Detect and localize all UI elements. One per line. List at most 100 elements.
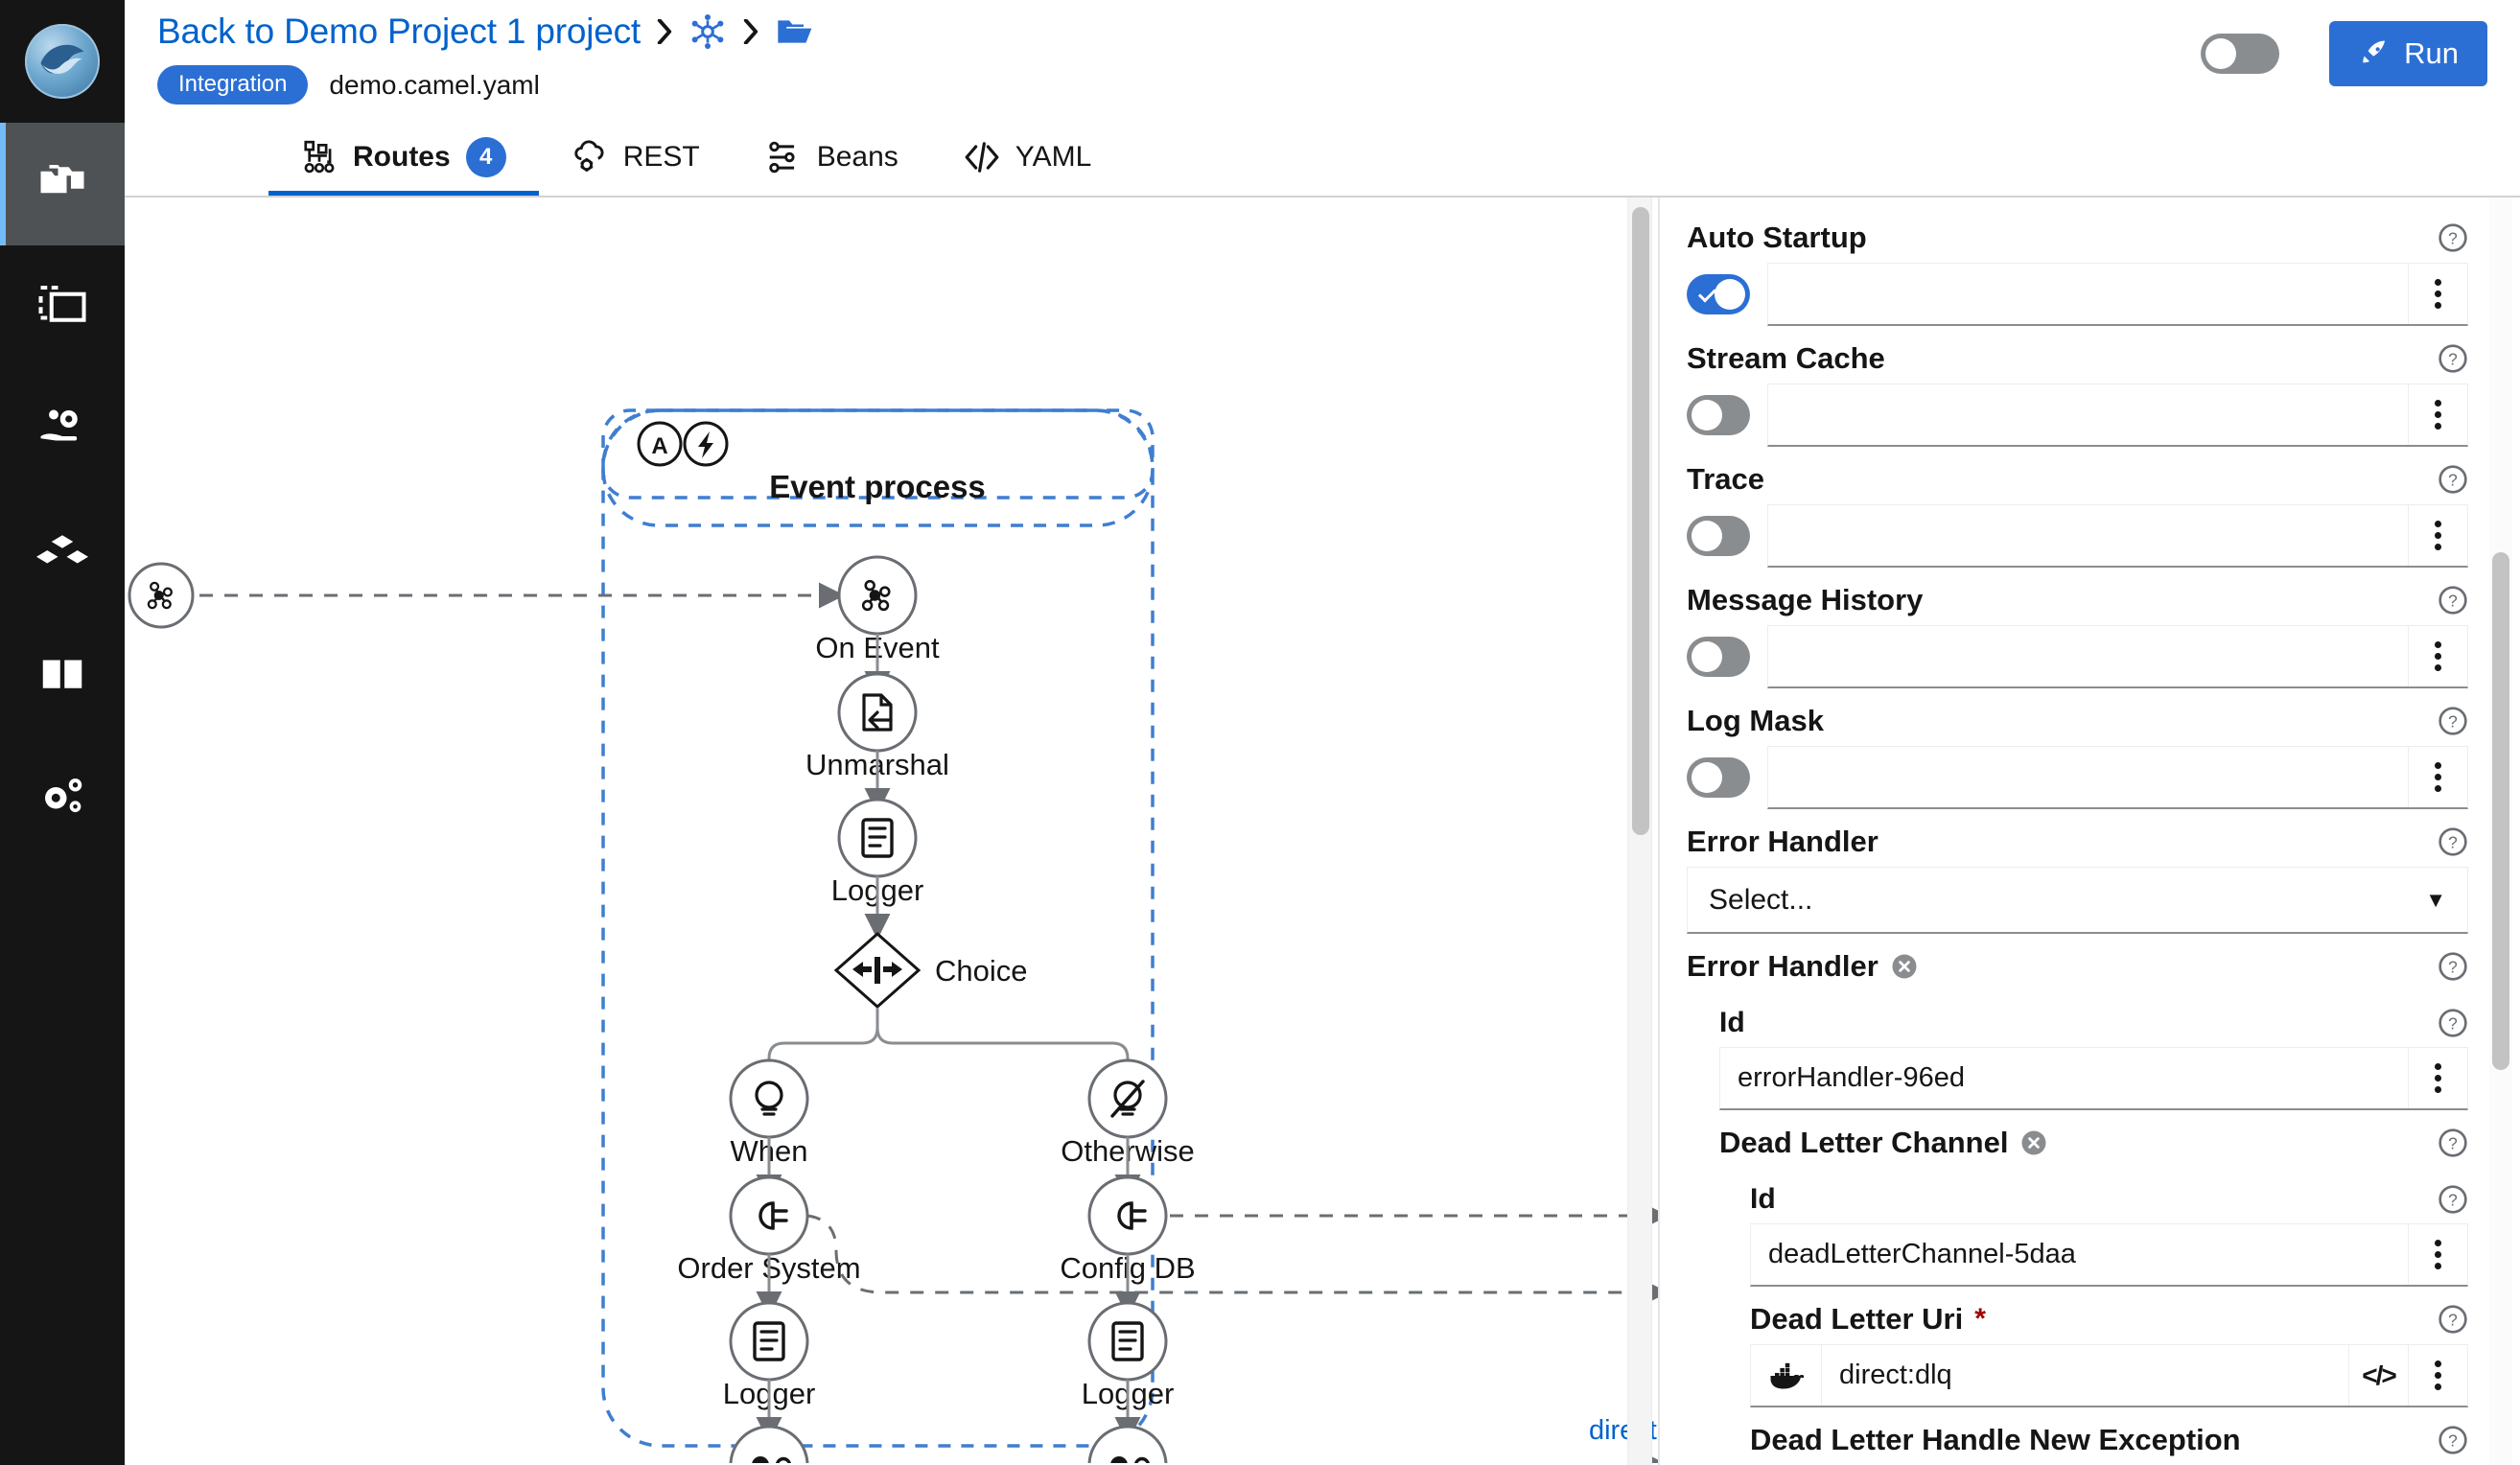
kebab-icon [2435,1063,2441,1093]
trace-toggle[interactable] [1687,516,1750,556]
help-icon[interactable]: ? [2438,464,2468,495]
field-error-handler-id-label: Id [1719,1007,1745,1039]
message-history-toggle[interactable] [1687,637,1750,677]
dead-letter-channel-id-kebab-button[interactable] [2408,1224,2467,1285]
dead-letter-channel-id-input[interactable]: deadLetterChannel-5daa [1750,1223,2468,1287]
dead-letter-uri-code-button[interactable]: </> [2348,1345,2408,1406]
group-dead-letter-channel-header: Dead Letter Channel ? [1719,1116,2468,1168]
field-trace: Trace ? [1687,453,2468,568]
sidebar-item-configuration[interactable] [0,736,125,859]
log-mask-kebab-button[interactable] [2408,747,2467,807]
tab-yaml[interactable]: YAML [931,123,1124,196]
svg-text:?: ? [2448,1311,2458,1330]
header-subline: Integration demo.camel.yaml [157,65,813,105]
stream-cache-input[interactable] [1767,384,2468,447]
trace-kebab-button[interactable] [2408,505,2467,566]
route-canvas[interactable]: A Event process [125,198,1659,1465]
page-header: Back to Demo Project 1 project Integrati… [125,0,2520,123]
docker-whale-icon [1751,1345,1822,1406]
stream-cache-toggle[interactable] [1687,395,1750,435]
error-handler-select[interactable]: Select... ▼ [1687,867,2468,934]
camel-route-icon[interactable] [688,12,727,51]
help-icon[interactable]: ? [2438,222,2468,253]
help-icon[interactable]: ? [2438,585,2468,616]
help-icon[interactable]: ? [2438,343,2468,374]
stream-cache-kebab-button[interactable] [2408,384,2467,445]
log-mask-input[interactable] [1767,746,2468,809]
hand-gears-icon [36,402,88,458]
field-error-handler-select: Error Handler ? Select... ▼ [1687,815,2468,934]
tab-routes[interactable]: Routes 4 [268,123,539,196]
message-history-input[interactable] [1767,625,2468,688]
field-stream-cache-row [1687,384,2468,447]
app-logo[interactable] [0,0,125,123]
field-log-mask-row [1687,746,2468,809]
help-icon[interactable]: ? [2438,1425,2468,1455]
properties-scrollbar-thumb[interactable] [2492,552,2509,1070]
log-mask-toggle[interactable] [1687,757,1750,798]
field-auto-startup-label: Auto Startup [1687,221,1867,255]
folder-open-icon[interactable] [775,12,813,51]
help-icon[interactable]: ? [2438,826,2468,857]
field-error-handler-select-header: Error Handler ? [1687,815,2468,867]
properties-panel: Auto Startup ? [1659,198,2520,1465]
help-icon[interactable]: ? [2438,1008,2468,1038]
tab-beans[interactable]: Beans [733,123,931,196]
breadcrumb: Back to Demo Project 1 project [157,12,813,52]
toggle-knob [1715,279,1745,310]
error-handler-id-value: errorHandler-96ed [1720,1048,2408,1108]
header-actions: Run [2201,21,2487,86]
book-icon [36,647,88,704]
field-log-mask: Log Mask ? [1687,694,2468,809]
canvas-scrollbar[interactable] [1627,198,1652,1465]
group-error-handler-header: Error Handler ? [1687,940,2468,991]
dashed-window-icon [36,279,88,336]
auto-startup-input[interactable] [1767,263,2468,326]
remove-dead-letter-channel-icon[interactable] [2019,1128,2048,1157]
field-message-history-header: Message History ? [1687,573,2468,625]
help-icon[interactable]: ? [2438,951,2468,982]
folders-icon [36,156,88,213]
svg-text:?: ? [2448,1191,2458,1210]
sidebar-item-containers[interactable] [0,491,125,614]
svg-text:?: ? [2448,471,2458,490]
kebab-icon [2435,762,2441,792]
toggle-knob [2205,38,2236,69]
message-history-kebab-button[interactable] [2408,626,2467,686]
tab-rest[interactable]: REST [539,123,733,196]
field-dead-letter-uri-label-wrap: Dead Letter Uri * [1750,1302,1986,1337]
canvas-scrollbar-thumb[interactable] [1632,207,1649,835]
sidebar-item-services[interactable] [0,368,125,491]
dev-mode-toggle[interactable] [2201,34,2279,74]
help-icon[interactable]: ? [2438,1304,2468,1335]
trace-input[interactable] [1767,504,2468,568]
sidebar-item-templates[interactable] [0,245,125,368]
help-icon[interactable]: ? [2438,1184,2468,1215]
auto-startup-kebab-button[interactable] [2408,264,2467,324]
error-handler-id-kebab-button[interactable] [2408,1048,2467,1108]
field-error-handler-id: Id ? errorHandler-96ed [1687,997,2468,1110]
message-history-value [1768,626,2408,686]
code-brackets-icon: </> [2362,1360,2394,1391]
auto-startup-toggle[interactable] [1687,274,1750,314]
sidebar-item-projects[interactable] [0,123,125,245]
help-icon[interactable]: ? [2438,1128,2468,1158]
karavan-whale-logo [25,24,100,99]
field-auto-startup-row [1687,263,2468,326]
svg-text:?: ? [2448,833,2458,852]
field-dead-letter-handle-new-exception: Dead Letter Handle New Exception ? [1687,1413,2468,1465]
route-diagram: A Event process [125,198,1659,1463]
help-icon[interactable]: ? [2438,706,2468,736]
tab-rest-label: REST [623,141,700,174]
run-button[interactable]: Run [2329,21,2487,86]
error-handler-id-input[interactable]: errorHandler-96ed [1719,1047,2468,1110]
remove-error-handler-icon[interactable] [1890,952,1919,981]
sidebar-item-knowledgebase[interactable] [0,614,125,736]
back-to-project-link[interactable]: Back to Demo Project 1 project [157,12,641,52]
properties-scrollbar[interactable] [2489,198,2512,1465]
toggle-knob [1692,641,1722,672]
group-dead-letter-channel-label-wrap: Dead Letter Channel [1719,1126,2048,1160]
dead-letter-uri-input[interactable]: direct:dlq </> [1750,1344,2468,1407]
dead-letter-uri-kebab-button[interactable] [2408,1345,2467,1406]
left-nav-rail [0,0,125,1465]
